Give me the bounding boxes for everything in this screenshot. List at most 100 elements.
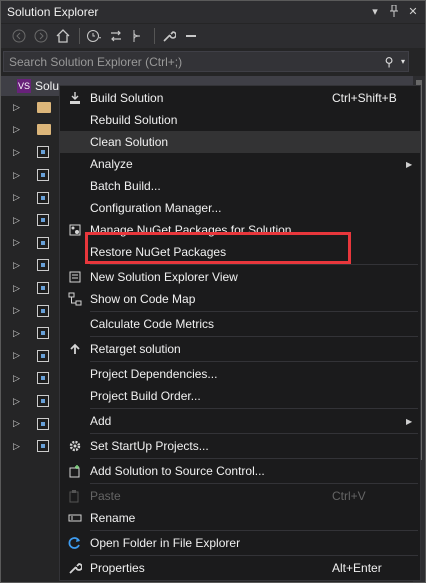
expand-arrow-icon[interactable]: ▷ <box>13 328 23 339</box>
close-icon[interactable]: ✕ <box>406 5 420 19</box>
expand-arrow-icon[interactable]: ▷ <box>13 170 23 181</box>
menu-separator <box>90 555 418 556</box>
expand-arrow-icon[interactable]: ▷ <box>13 192 23 203</box>
refresh-icon <box>60 536 90 550</box>
context-menu: Build Solution Ctrl+Shift+B Rebuild Solu… <box>59 85 421 581</box>
submenu-arrow-icon: ▶ <box>406 159 413 169</box>
expand-arrow-icon[interactable]: ▷ <box>13 350 23 361</box>
project-icon <box>37 146 49 159</box>
pin-icon[interactable] <box>387 4 401 19</box>
expand-arrow-icon[interactable]: ▷ <box>13 283 23 294</box>
project-icon <box>37 282 49 295</box>
code-map-icon <box>60 292 90 306</box>
dropdown-icon[interactable]: ▾ <box>368 5 382 19</box>
shortcut-label: Ctrl+V <box>332 489 366 503</box>
menu-item-label: Calculate Code Metrics <box>90 317 215 331</box>
expand-arrow-icon[interactable]: ▷ <box>13 305 23 316</box>
expand-arrow-icon[interactable]: ▷ <box>13 396 23 407</box>
folder-icon <box>37 124 51 136</box>
menu-item-calculate-code-metrics[interactable]: Calculate Code Metrics <box>60 313 420 335</box>
shortcut-label: Ctrl+Shift+B <box>332 91 397 105</box>
expand-arrow-icon[interactable]: ▷ <box>13 373 23 384</box>
toolbar <box>1 24 425 48</box>
menu-separator <box>90 483 418 484</box>
wrench-icon[interactable] <box>159 26 179 46</box>
expand-arrow-icon[interactable]: ▷ <box>13 260 23 271</box>
solution-node-label: Solu <box>35 79 60 93</box>
gear-icon <box>60 439 90 453</box>
project-icon <box>37 327 49 340</box>
nuget-icon <box>60 223 90 237</box>
expand-arrow-icon[interactable]: ▷ <box>13 102 23 113</box>
source-control-icon <box>60 464 90 478</box>
search-input[interactable] <box>4 53 380 70</box>
new-view-icon <box>60 270 90 284</box>
menu-item-restore-nuget[interactable]: Restore NuGet Packages <box>60 241 420 263</box>
project-icon <box>37 191 49 204</box>
rename-icon <box>60 511 90 525</box>
menu-item-rebuild-solution[interactable]: Rebuild Solution <box>60 109 420 131</box>
search-box: ⚲ ▾ <box>3 51 409 72</box>
menu-item-manage-nuget[interactable]: Manage NuGet Packages for Solution... <box>60 219 420 241</box>
menu-item-show-on-code-map[interactable]: Show on Code Map <box>60 288 420 310</box>
menu-item-build-solution[interactable]: Build Solution Ctrl+Shift+B <box>60 87 420 109</box>
menu-item-label: Project Dependencies... <box>90 367 218 381</box>
paste-icon <box>60 489 90 503</box>
expand-arrow-icon[interactable]: ▷ <box>13 215 23 226</box>
history-icon[interactable] <box>84 26 104 46</box>
menu-item-clean-solution[interactable]: Clean Solution <box>60 131 420 153</box>
expand-arrow-icon[interactable]: ▷ <box>13 147 23 158</box>
project-icon <box>37 372 49 385</box>
menu-item-label: Add Solution to Source Control... <box>90 464 265 478</box>
menu-item-label: Configuration Manager... <box>90 201 222 215</box>
menu-item-properties[interactable]: Properties Alt+Enter <box>60 557 420 579</box>
menu-item-analyze[interactable]: Analyze ▶ <box>60 153 420 175</box>
menu-item-configuration-manager[interactable]: Configuration Manager... <box>60 197 420 219</box>
project-icon <box>37 304 49 317</box>
expand-arrow-icon[interactable]: ▷ <box>13 237 23 248</box>
menu-item-label: Paste <box>90 489 121 503</box>
toolbar-separator <box>79 28 80 44</box>
menu-item-label: Batch Build... <box>90 179 161 193</box>
home-icon[interactable] <box>53 26 73 46</box>
menu-item-label: Retarget solution <box>90 342 181 356</box>
menu-item-project-dependencies[interactable]: Project Dependencies... <box>60 363 420 385</box>
menu-item-label: Project Build Order... <box>90 389 201 403</box>
build-icon <box>60 91 90 105</box>
menu-item-set-startup-projects[interactable]: Set StartUp Projects... <box>60 435 420 457</box>
project-icon <box>37 214 49 227</box>
menu-item-batch-build[interactable]: Batch Build... <box>60 175 420 197</box>
folder-icon <box>37 101 51 113</box>
search-options-icon[interactable]: ▾ <box>398 57 408 66</box>
back-icon[interactable] <box>9 26 29 46</box>
menu-item-new-solution-explorer-view[interactable]: New Solution Explorer View <box>60 266 420 288</box>
menu-item-add[interactable]: Add ▶ <box>60 410 420 432</box>
menu-item-label: Restore NuGet Packages <box>90 245 227 259</box>
search-icon[interactable]: ⚲ <box>380 55 398 69</box>
sync-icon[interactable] <box>106 26 126 46</box>
menu-item-add-to-source-control[interactable]: Add Solution to Source Control... <box>60 460 420 482</box>
menu-item-label: Rename <box>90 511 136 525</box>
menu-item-rename[interactable]: Rename <box>60 507 420 529</box>
pending-changes-icon[interactable] <box>128 26 148 46</box>
menu-item-retarget-solution[interactable]: Retarget solution <box>60 338 420 360</box>
expand-arrow-icon[interactable]: ▷ <box>13 441 23 452</box>
menu-item-label: Properties <box>90 561 145 575</box>
forward-icon[interactable] <box>31 26 51 46</box>
project-icon <box>37 395 49 408</box>
menu-item-paste[interactable]: Paste Ctrl+V <box>60 485 420 507</box>
solution-icon: VS <box>17 79 31 93</box>
expand-arrow-icon[interactable]: ▷ <box>13 418 23 429</box>
expand-arrow-icon[interactable]: ▷ <box>13 124 23 135</box>
menu-item-project-build-order[interactable]: Project Build Order... <box>60 385 420 407</box>
project-icon <box>37 349 49 362</box>
window-title: Solution Explorer <box>7 5 99 19</box>
collapse-icon[interactable] <box>181 26 201 46</box>
menu-separator <box>90 458 418 459</box>
menu-item-label: Build Solution <box>90 91 164 105</box>
arrow-up-icon <box>60 342 90 356</box>
menu-item-label: Add <box>90 414 112 428</box>
menu-item-open-folder[interactable]: Open Folder in File Explorer <box>60 532 420 554</box>
solution-explorer-window: Solution Explorer ▾ ✕ Search Solution Ex… <box>0 0 426 583</box>
menu-separator <box>90 361 418 362</box>
